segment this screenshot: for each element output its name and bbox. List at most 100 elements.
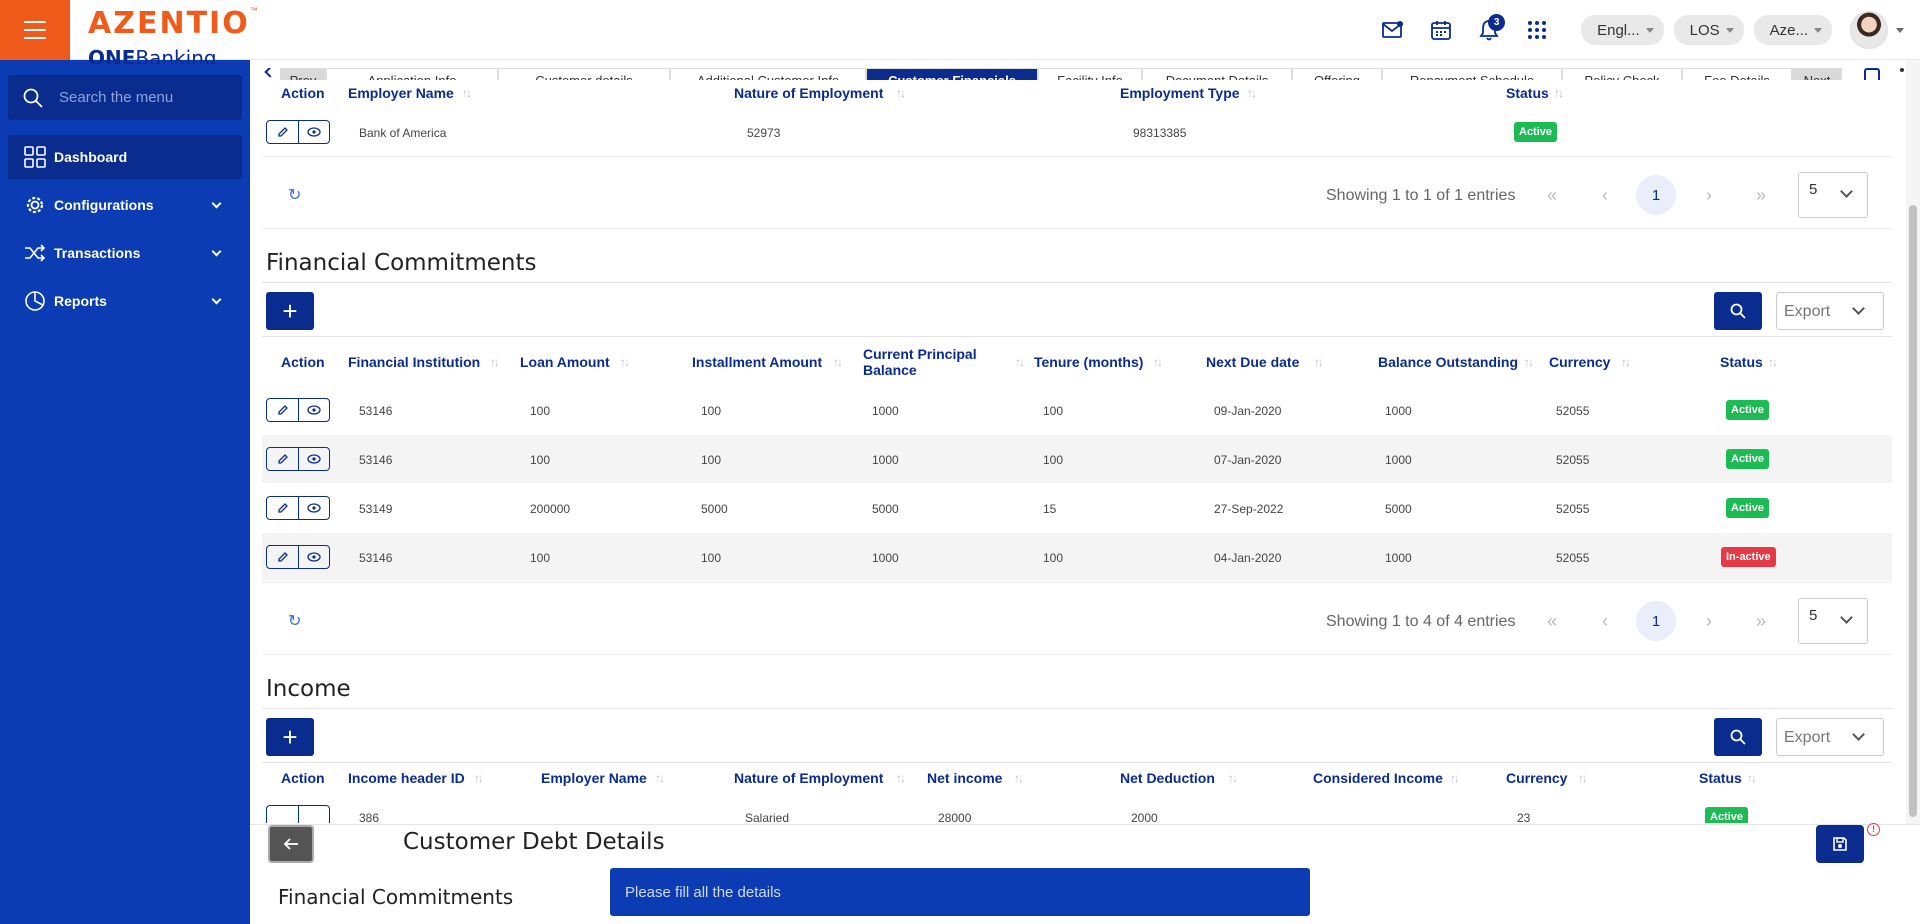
- avatar[interactable]: [1850, 11, 1888, 49]
- col-status[interactable]: Status: [1699, 770, 1742, 786]
- refresh-icon[interactable]: ↻: [288, 185, 301, 205]
- chevron-left-icon[interactable]: [264, 68, 276, 78]
- col-employment-type[interactable]: Employment Type: [1120, 85, 1240, 101]
- sort-icon[interactable]: ↑↓: [1554, 86, 1564, 100]
- col-loan-amount[interactable]: Loan Amount: [520, 354, 610, 370]
- next-page-icon[interactable]: ›: [1689, 601, 1729, 641]
- more-options-icon[interactable]: [1900, 68, 1904, 72]
- add-income-button[interactable]: +: [266, 718, 314, 756]
- sort-icon[interactable]: ↑↓: [1014, 771, 1024, 785]
- view-eye-icon[interactable]: [298, 497, 329, 519]
- hamburger-menu-button[interactable]: [0, 0, 70, 60]
- page-number-button[interactable]: 1: [1636, 175, 1676, 215]
- step-policy-check[interactable]: Policy Check: [1562, 68, 1682, 80]
- step-customer-details[interactable]: Customer details: [498, 68, 670, 80]
- col-net-deduction[interactable]: Net Deduction: [1120, 770, 1215, 786]
- col-current-principal-balance[interactable]: Current Principal Balance: [863, 346, 983, 378]
- back-button[interactable]: [268, 825, 314, 863]
- sort-icon[interactable]: ↑↓: [1524, 355, 1534, 369]
- sort-icon[interactable]: ↑↓: [490, 355, 500, 369]
- sort-icon[interactable]: ↑↓: [896, 771, 906, 785]
- apps-grid-icon[interactable]: [1519, 12, 1555, 48]
- edit-icon[interactable]: [267, 448, 298, 470]
- page-size-select[interactable]: 5: [1798, 598, 1868, 644]
- col-status[interactable]: Status: [1720, 354, 1763, 370]
- module-select[interactable]: LOS: [1673, 15, 1744, 45]
- prev-page-icon[interactable]: ‹: [1585, 601, 1625, 641]
- col-net-income[interactable]: Net income: [927, 770, 1002, 786]
- add-commitment-button[interactable]: +: [266, 292, 314, 330]
- view-eye-icon[interactable]: [298, 546, 329, 568]
- sidebar-item-transactions[interactable]: Transactions: [8, 231, 242, 275]
- col-status[interactable]: Status: [1506, 85, 1549, 101]
- scrollbar-thumb[interactable]: [1909, 205, 1917, 817]
- mail-icon[interactable]: [1375, 12, 1411, 48]
- language-select[interactable]: Engl...: [1581, 15, 1664, 45]
- sidebar-item-reports[interactable]: Reports: [8, 279, 242, 323]
- first-page-icon[interactable]: «: [1532, 601, 1572, 641]
- col-income-header-id[interactable]: Income header ID: [348, 770, 465, 786]
- calendar-icon[interactable]: [1423, 12, 1459, 48]
- step-prev-button[interactable]: Prev: [280, 68, 326, 80]
- next-page-icon[interactable]: ›: [1689, 175, 1729, 215]
- sort-icon[interactable]: ↑↓: [1578, 771, 1588, 785]
- col-considered-income[interactable]: Considered Income: [1313, 770, 1443, 786]
- col-next-due-date[interactable]: Next Due date: [1206, 354, 1299, 370]
- col-installment-amount[interactable]: Installment Amount: [692, 354, 822, 370]
- prev-page-icon[interactable]: ‹: [1585, 175, 1625, 215]
- sort-icon[interactable]: ↑↓: [1153, 355, 1163, 369]
- step-repayment-schedule[interactable]: Repayment Schedule: [1382, 68, 1562, 80]
- edit-icon[interactable]: [267, 546, 298, 568]
- sort-icon[interactable]: ↑↓: [1228, 771, 1238, 785]
- col-employer-name[interactable]: Employer Name: [348, 85, 454, 101]
- step-next-button[interactable]: Next: [1792, 68, 1842, 80]
- col-financial-institution[interactable]: Financial Institution: [348, 354, 480, 370]
- edit-icon[interactable]: [267, 497, 298, 519]
- col-currency[interactable]: Currency: [1549, 354, 1610, 370]
- page-size-select[interactable]: 5: [1798, 172, 1868, 218]
- table-search-button[interactable]: [1714, 292, 1762, 330]
- edit-icon[interactable]: [267, 399, 298, 421]
- view-eye-icon[interactable]: [298, 806, 329, 823]
- last-page-icon[interactable]: »: [1741, 175, 1781, 215]
- page-number-button[interactable]: 1: [1636, 601, 1676, 641]
- col-nature-of-employment[interactable]: Nature of Employment: [734, 770, 883, 786]
- sort-icon[interactable]: ↑↓: [1314, 355, 1324, 369]
- step-facility-info[interactable]: Facility Info: [1038, 68, 1142, 80]
- last-page-icon[interactable]: »: [1741, 601, 1781, 641]
- table-search-button[interactable]: [1714, 718, 1762, 756]
- refresh-icon[interactable]: ↻: [288, 611, 301, 631]
- first-page-icon[interactable]: «: [1532, 175, 1572, 215]
- sort-icon[interactable]: ↑↓: [896, 86, 906, 100]
- sort-icon[interactable]: ↑↓: [474, 771, 484, 785]
- step-additional-customer-info[interactable]: Additional Customer Info: [670, 68, 866, 80]
- sort-icon[interactable]: ↑↓: [1015, 355, 1025, 369]
- step-document-details[interactable]: Document Details: [1142, 68, 1292, 80]
- step-offering[interactable]: Offering: [1292, 68, 1382, 80]
- menu-search-input[interactable]: [59, 89, 229, 106]
- tenant-select[interactable]: Aze...: [1753, 15, 1832, 45]
- edit-icon[interactable]: [267, 121, 298, 143]
- export-select[interactable]: Export: [1776, 718, 1884, 756]
- col-currency[interactable]: Currency: [1506, 770, 1567, 786]
- sort-icon[interactable]: ↑↓: [833, 355, 843, 369]
- col-balance-outstanding[interactable]: Balance Outstanding: [1378, 354, 1518, 370]
- col-nature-of-employment[interactable]: Nature of Employment: [734, 85, 883, 101]
- main-scrollbar[interactable]: [1906, 60, 1920, 924]
- view-eye-icon[interactable]: [298, 399, 329, 421]
- sort-icon[interactable]: ↑↓: [655, 771, 665, 785]
- step-customer-financials[interactable]: Customer Financials: [866, 68, 1038, 80]
- sidebar-item-configurations[interactable]: Configurations: [8, 183, 242, 227]
- sort-icon[interactable]: ↑↓: [1247, 86, 1257, 100]
- view-eye-icon[interactable]: [298, 121, 329, 143]
- step-fee-details[interactable]: Fee Details: [1682, 68, 1792, 80]
- save-button[interactable]: [1816, 825, 1864, 863]
- sort-icon[interactable]: ↑↓: [1450, 771, 1460, 785]
- sort-icon[interactable]: ↑↓: [1768, 355, 1778, 369]
- chevron-down-icon[interactable]: [1896, 27, 1904, 33]
- sort-icon[interactable]: ↑↓: [462, 86, 472, 100]
- expand-icon[interactable]: [1864, 68, 1880, 80]
- sort-icon[interactable]: ↑↓: [620, 355, 630, 369]
- step-application-info[interactable]: Application Info: [326, 68, 498, 80]
- view-eye-icon[interactable]: [298, 448, 329, 470]
